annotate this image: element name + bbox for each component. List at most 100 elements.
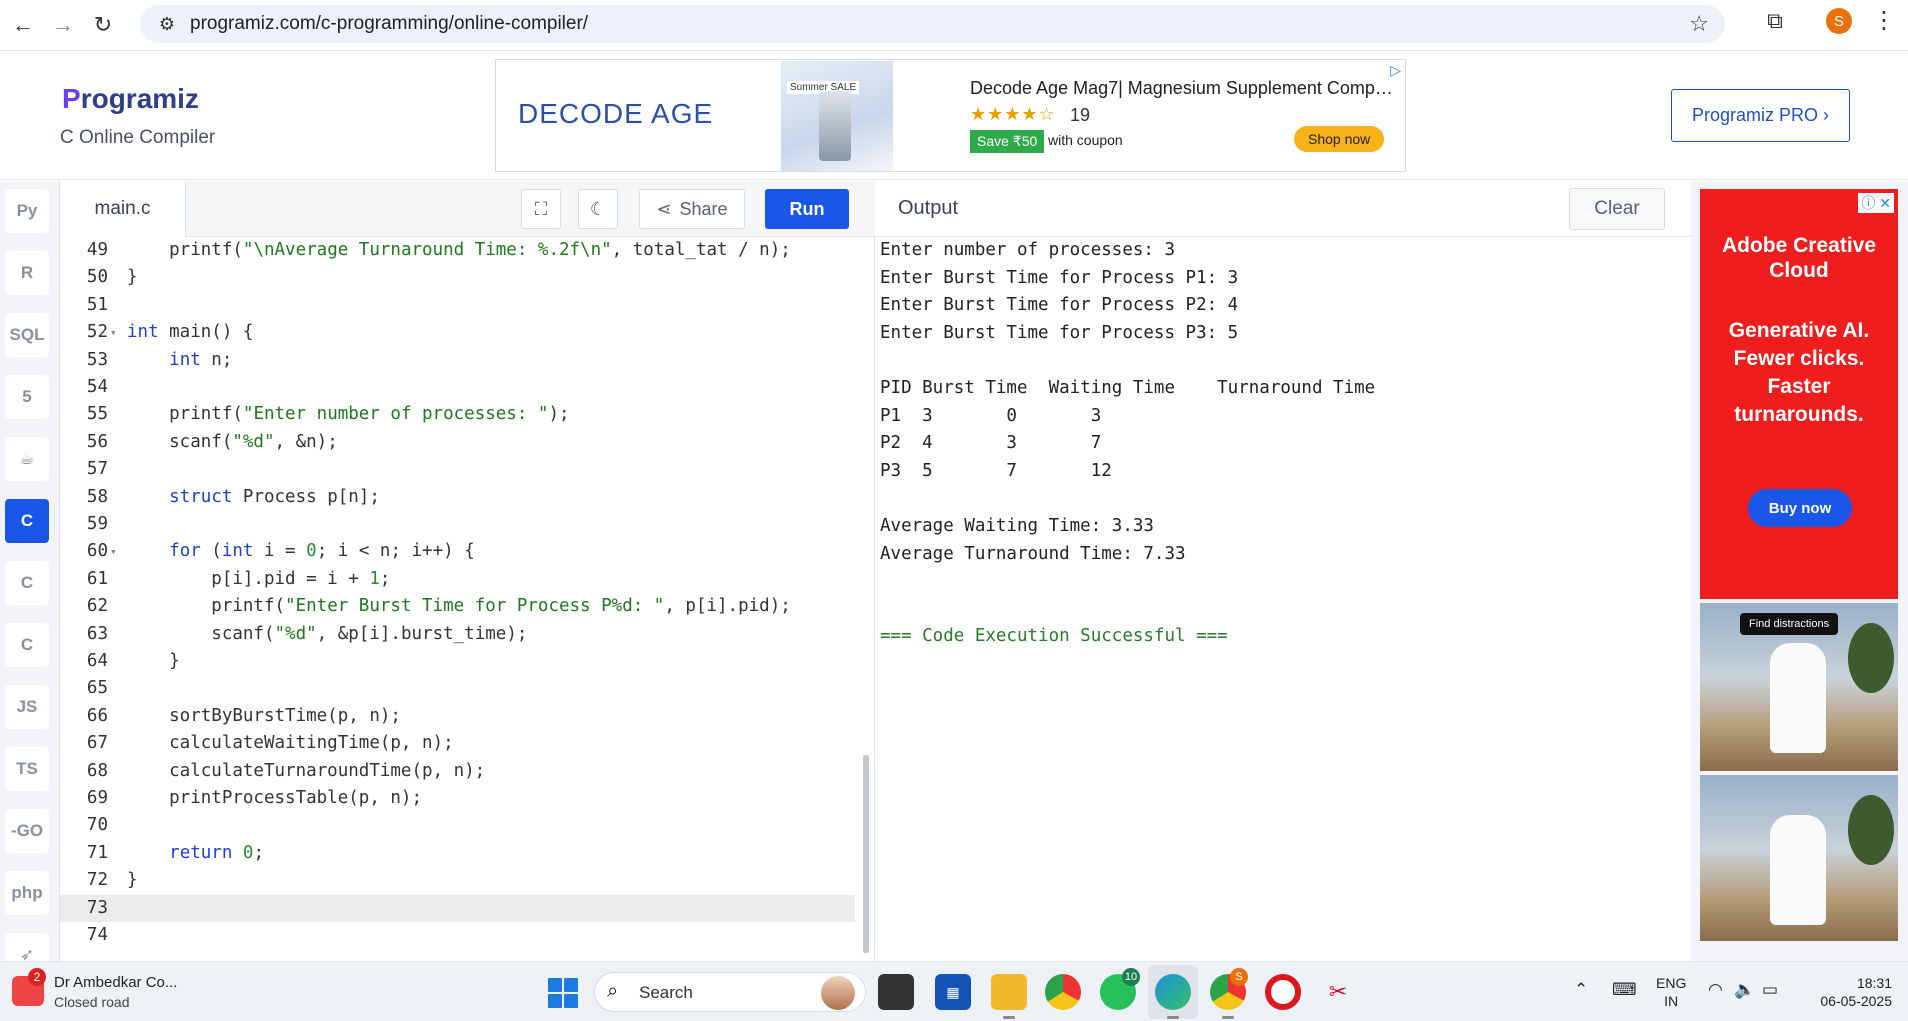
news-widget-title[interactable]: Dr Ambedkar Co... — [54, 974, 177, 991]
address-bar[interactable]: ⚙ programiz.com/c-programming/online-com… — [140, 5, 1725, 43]
editor-toolbar: main.c ⛶ ☾ ⋖ Share Run — [60, 181, 875, 237]
site-settings-icon[interactable]: ⚙ — [154, 14, 180, 35]
lang-html-icon[interactable]: 5 — [5, 375, 49, 419]
code-editor-panel: main.c ⛶ ☾ ⋖ Share Run 49 printf("\nAver… — [60, 181, 875, 961]
dark-mode-moon-icon[interactable]: ☾ — [578, 189, 618, 229]
code-line[interactable]: 54 — [60, 374, 855, 401]
lang-go-icon[interactable]: -GO — [5, 809, 49, 853]
code-line[interactable]: 61 p[i].pid = i + 1; — [60, 566, 855, 593]
lang-ts-icon[interactable]: TS — [5, 747, 49, 791]
clear-button[interactable]: Clear — [1569, 188, 1665, 230]
code-line[interactable]: 52 ▾ int main() { — [60, 319, 855, 346]
output-panel: Output Clear Enter number of processes: … — [876, 181, 1691, 961]
windows-start-icon[interactable] — [548, 978, 578, 1008]
fold-chevron-icon[interactable]: ▾ — [110, 538, 117, 565]
output-line: Average Turnaround Time: 7.33 — [880, 543, 1186, 564]
reload-icon[interactable]: ↻ — [86, 8, 120, 42]
taskbar-clock[interactable]: 18:31 06-05-2025 — [1806, 974, 1892, 1010]
line-number: 51 — [86, 294, 108, 315]
lang-sql-icon[interactable]: SQL — [5, 313, 49, 357]
code-line[interactable]: 51 — [60, 292, 855, 319]
side-ad[interactable]: ⓘ ✕ Adobe Creative Cloud Generative AI. … — [1691, 181, 1908, 961]
code-line[interactable]: 72} — [60, 867, 855, 894]
code-line[interactable]: 50} — [60, 264, 855, 291]
code-line[interactable]: 62 printf("Enter Burst Time for Process … — [60, 593, 855, 620]
code-line[interactable]: 49 printf("\nAverage Turnaround Time: %.… — [60, 237, 855, 264]
lang-python-icon[interactable]: Py — [5, 189, 49, 233]
code-line[interactable]: 69 printProcessTable(p, n); — [60, 785, 855, 812]
code-text: for (int i = 0; i < n; i++) { — [169, 541, 475, 562]
lang-csharp-icon[interactable]: C — [5, 623, 49, 667]
code-line[interactable]: 67 calculateWaitingTime(p, n); — [60, 730, 855, 757]
volume-icon[interactable]: 🔈 — [1734, 980, 1755, 1000]
code-line[interactable]: 70 — [60, 812, 855, 839]
editor-scroll-thumb[interactable] — [863, 755, 869, 953]
lang-php-icon[interactable]: php — [5, 871, 49, 915]
code-line[interactable]: 58 struct Process p[n]; — [60, 484, 855, 511]
line-number: 60 — [86, 541, 108, 562]
lang-js-icon[interactable]: JS — [5, 685, 49, 729]
bookmark-star-icon[interactable]: ☆ — [1689, 11, 1709, 37]
code-line[interactable]: 53 int n; — [60, 347, 855, 374]
shop-now-button[interactable]: Shop now — [1294, 126, 1385, 152]
battery-icon[interactable]: ▭ — [1762, 980, 1778, 1000]
adobe-ad-banner[interactable]: ⓘ ✕ Adobe Creative Cloud Generative AI. … — [1700, 189, 1898, 599]
lang-cpp-icon[interactable]: C — [5, 561, 49, 605]
chrome-icon[interactable] — [1045, 974, 1081, 1010]
code-line[interactable]: 60 ▾ for (int i = 0; i < n; i++) { — [60, 538, 855, 565]
line-number: 70 — [86, 815, 108, 836]
programiz-pro-button[interactable]: Programiz PRO › — [1671, 89, 1850, 142]
code-line[interactable]: 73 — [60, 894, 855, 922]
code-line[interactable]: 65 — [60, 675, 855, 702]
snipping-tool-icon[interactable]: ✂ — [1320, 974, 1356, 1010]
back-arrow-icon[interactable]: ← — [6, 8, 40, 42]
edge-icon[interactable] — [1155, 974, 1191, 1010]
code-line[interactable]: 68 calculateTurnaroundTime(p, n); — [60, 758, 855, 785]
top-banner-ad[interactable]: DECODE AGE Summer SALE Decode Age Mag7| … — [495, 59, 1406, 172]
code-line[interactable]: 74 — [60, 922, 855, 949]
fold-chevron-icon[interactable]: ▾ — [110, 319, 117, 346]
ad-product-image: Summer SALE — [781, 61, 893, 171]
screen: ← → ↻ ⚙ programiz.com/c-programming/onli… — [0, 0, 1908, 1021]
person-image — [1770, 643, 1826, 753]
task-view-icon[interactable] — [878, 974, 914, 1010]
code-text: p[i].pid = i + 1; — [127, 568, 391, 589]
code-line[interactable]: 59 — [60, 511, 855, 538]
lang-java-icon[interactable]: ☕ — [5, 437, 49, 481]
code-area[interactable]: 49 printf("\nAverage Turnaround Time: %.… — [60, 237, 875, 961]
editor-scrollbar[interactable] — [863, 247, 871, 957]
store-icon[interactable]: ▦ — [935, 974, 971, 1010]
wifi-icon[interactable]: ◠ — [1708, 980, 1723, 1000]
code-line[interactable]: 71 return 0; — [60, 840, 855, 867]
browser-menu-icon[interactable]: ⋮ — [1872, 6, 1896, 36]
lang-r-icon[interactable]: R — [5, 251, 49, 295]
file-explorer-icon[interactable] — [991, 974, 1027, 1010]
taskbar-search[interactable]: ⌕ Search — [594, 972, 866, 1012]
code-line[interactable]: 64 } — [60, 648, 855, 675]
code-line[interactable]: 57 — [60, 456, 855, 483]
forward-arrow-icon[interactable]: → — [46, 8, 80, 42]
language-indicator[interactable]: ENG IN — [1656, 974, 1686, 1010]
show-hidden-icons-icon[interactable]: ⌃ — [1574, 980, 1588, 1000]
keyboard-icon[interactable]: ⌨ — [1612, 980, 1637, 1000]
programiz-logo[interactable]: Programiz — [62, 83, 199, 115]
browser-toolbar: ← → ↻ ⚙ programiz.com/c-programming/onli… — [0, 0, 1908, 50]
fullscreen-icon[interactable]: ⛶ — [521, 189, 561, 229]
ad-close-icon[interactable]: ⓘ ✕ — [1858, 193, 1894, 213]
buy-now-button[interactable]: Buy now — [1748, 489, 1852, 527]
lang-c-icon[interactable]: C — [5, 499, 49, 543]
code-line[interactable]: 63 scanf("%d", &p[i].burst_time); — [60, 621, 855, 648]
code-line[interactable]: 66 sortByBurstTime(p, n); — [60, 703, 855, 730]
opera-icon[interactable] — [1265, 974, 1301, 1010]
share-button[interactable]: ⋖ Share — [639, 189, 745, 229]
code-line[interactable]: 56 scanf("%d", &n); — [60, 429, 855, 456]
profile-avatar[interactable]: S — [1826, 8, 1852, 34]
extensions-icon[interactable]: ⧉ — [1760, 8, 1790, 38]
edge-indicator — [1167, 1016, 1179, 1019]
run-button[interactable]: Run — [765, 189, 849, 229]
file-tab-main-c[interactable]: main.c — [60, 181, 186, 237]
code-line[interactable]: 55 printf("Enter number of processes: ")… — [60, 401, 855, 428]
adchoices-icon[interactable]: ▷ — [1390, 62, 1401, 79]
